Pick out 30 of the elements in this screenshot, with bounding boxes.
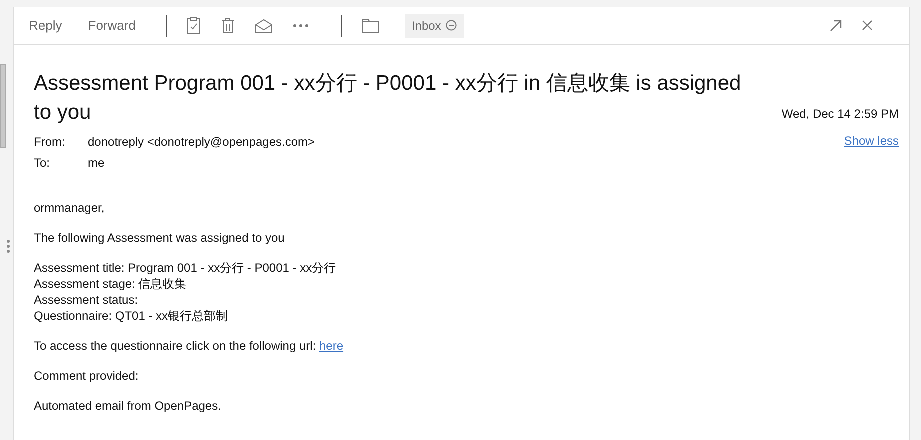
body-text: Comment provided: xyxy=(34,369,139,383)
body-text: Questionnaire: QT01 - xx银行总部制 xyxy=(34,309,228,323)
scrollbar-thumb[interactable] xyxy=(0,64,6,148)
expand-icon[interactable] xyxy=(830,20,842,32)
header-value: donotreply <donotreply@openpages.com> xyxy=(88,134,316,148)
close-icon[interactable] xyxy=(862,20,873,31)
remove-icon xyxy=(446,20,458,31)
body-text: Automated email from OpenPages. xyxy=(34,399,222,413)
folder-chip[interactable]: Inbox xyxy=(404,14,464,38)
header-value: me xyxy=(88,156,105,170)
toolbar-button[interactable]: Reply xyxy=(21,14,70,37)
header-label: To: xyxy=(34,156,52,170)
body-text: Assessment stage: 信息收集 xyxy=(34,277,187,291)
email-date: Wed, Dec 14 2:59 PM xyxy=(782,107,899,123)
here-link[interactable]: here xyxy=(320,339,344,353)
header-label: From: xyxy=(34,134,66,148)
trash-icon[interactable] xyxy=(220,18,235,34)
clipboard-check-icon[interactable] xyxy=(186,16,201,34)
more-icon[interactable] xyxy=(292,24,309,28)
body-text: The following Assessment was assigned to you xyxy=(34,231,285,245)
body-text: To access the questionnaire click on the following url: xyxy=(34,339,316,353)
body-text: Assessment status: xyxy=(34,293,138,307)
toolbar-button[interactable]: Forward xyxy=(80,14,144,37)
folder-icon[interactable] xyxy=(362,18,379,32)
body-text: ormmanager, xyxy=(34,201,105,215)
resize-handle-icon[interactable] xyxy=(7,240,10,253)
email-subject: Assessment Program 001 - xx分行 - P0001 - xx分行 in 信息收集 is assigned to you xyxy=(34,71,742,126)
show-less-link[interactable]: Show less xyxy=(844,134,899,148)
body-text: Assessment title: Program 001 - xx分行 - P0001 - xx分行 xyxy=(34,261,336,275)
open-envelope-icon[interactable] xyxy=(254,18,273,34)
